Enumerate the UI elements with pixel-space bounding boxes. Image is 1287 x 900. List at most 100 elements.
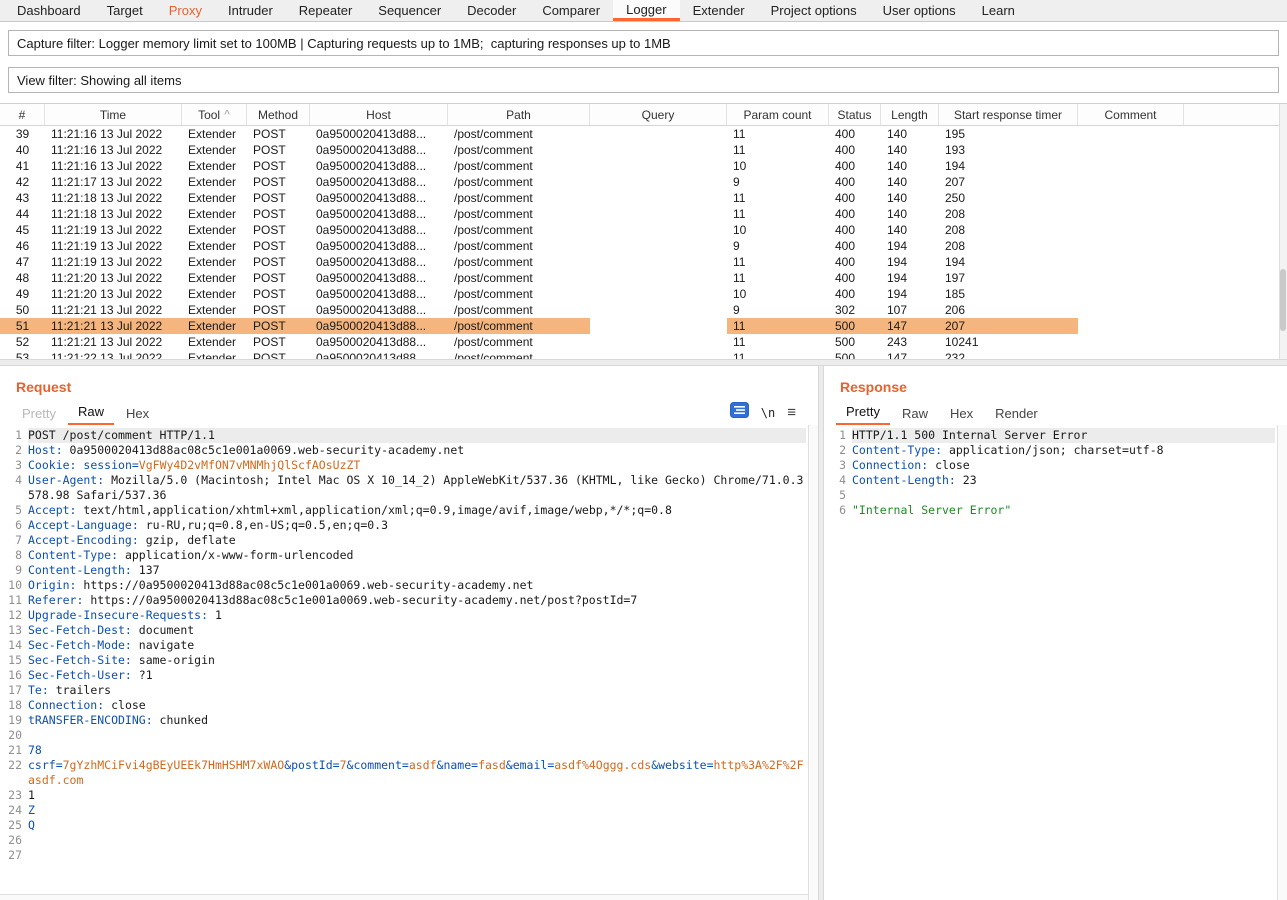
editor-line: 5 <box>824 488 1275 503</box>
editor-line: 8Content-Type: application/x-www-form-ur… <box>0 548 806 563</box>
table-cell: 11:21:16 13 Jul 2022 <box>45 142 182 158</box>
column-header-query[interactable]: Query <box>590 104 727 125</box>
table-cell: 0a9500020413d88... <box>310 206 448 222</box>
table-cell: /post/comment <box>448 206 590 222</box>
menu-item-target[interactable]: Target <box>94 0 156 21</box>
column-header-tool[interactable]: Tool^ <box>182 104 247 125</box>
table-cell: 208 <box>939 238 1078 254</box>
table-row[interactable]: 4011:21:16 13 Jul 2022ExtenderPOST0a9500… <box>0 142 1279 158</box>
column-header-host[interactable]: Host <box>310 104 448 125</box>
table-cell: 11:21:19 13 Jul 2022 <box>45 238 182 254</box>
menu-item-learn[interactable]: Learn <box>969 0 1028 21</box>
table-cell: Extender <box>182 206 247 222</box>
table-scrollbar[interactable] <box>1279 104 1287 359</box>
table-row[interactable]: 4311:21:18 13 Jul 2022ExtenderPOST0a9500… <box>0 190 1279 206</box>
table-row[interactable]: 3911:21:16 13 Jul 2022ExtenderPOST0a9500… <box>0 126 1279 142</box>
table-row[interactable]: 4611:21:19 13 Jul 2022ExtenderPOST0a9500… <box>0 238 1279 254</box>
line-content: Sec-Fetch-User: ?1 <box>28 668 806 683</box>
menu-item-sequencer[interactable]: Sequencer <box>365 0 454 21</box>
table-cell: 45 <box>0 222 45 238</box>
request-editor[interactable]: 1POST /post/comment HTTP/1.12Host: 0a950… <box>0 425 818 900</box>
table-cell: Extender <box>182 190 247 206</box>
editor-line: 6"Internal Server Error" <box>824 503 1275 518</box>
line-content: Cookie: session=VgFWy4D2vMfON7vMNMhjQlSc… <box>28 458 806 473</box>
table-cell: 207 <box>939 318 1078 334</box>
tab-render[interactable]: Render <box>985 403 1048 425</box>
table-cell: 140 <box>881 190 939 206</box>
table-cell: Extender <box>182 142 247 158</box>
editor-line: 2Content-Type: application/json; charset… <box>824 443 1275 458</box>
request-panel: Request PrettyRawHex \n ≡ 1POST /post/co… <box>0 366 818 900</box>
table-cell: 194 <box>881 270 939 286</box>
line-content: Q <box>28 818 806 833</box>
menu-item-intruder[interactable]: Intruder <box>215 0 286 21</box>
line-number: 17 <box>0 683 28 698</box>
table-row[interactable]: 4811:21:20 13 Jul 2022ExtenderPOST0a9500… <box>0 270 1279 286</box>
horizontal-splitter[interactable] <box>0 359 1287 366</box>
table-row[interactable]: 4711:21:19 13 Jul 2022ExtenderPOST0a9500… <box>0 254 1279 270</box>
request-panel-title: Request <box>0 366 818 399</box>
show-newlines-icon[interactable]: \n <box>761 406 775 420</box>
column-header-param-count[interactable]: Param count <box>727 104 829 125</box>
request-editor-hscrollbar[interactable] <box>0 894 808 900</box>
column-header-path[interactable]: Path <box>448 104 590 125</box>
table-row[interactable]: 5311:21:22 13 Jul 2022ExtenderPOST0a9500… <box>0 350 1279 359</box>
table-cell: Extender <box>182 318 247 334</box>
line-number: 4 <box>0 473 28 503</box>
line-content: Referer: https://0a9500020413d88ac08c5c1… <box>28 593 806 608</box>
table-row[interactable]: 4111:21:16 13 Jul 2022ExtenderPOST0a9500… <box>0 158 1279 174</box>
line-content: POST /post/comment HTTP/1.1 <box>28 428 806 443</box>
tab-pretty[interactable]: Pretty <box>836 401 890 425</box>
line-number: 15 <box>0 653 28 668</box>
pretty-print-icon[interactable] <box>730 402 749 423</box>
menu-item-extender[interactable]: Extender <box>680 0 758 21</box>
menu-item-proxy[interactable]: Proxy <box>156 0 215 21</box>
tab-pretty[interactable]: Pretty <box>12 403 66 425</box>
table-cell: 0a9500020413d88... <box>310 318 448 334</box>
table-row[interactable]: 5011:21:21 13 Jul 2022ExtenderPOST0a9500… <box>0 302 1279 318</box>
table-row[interactable]: 4411:21:18 13 Jul 2022ExtenderPOST0a9500… <box>0 206 1279 222</box>
menu-item-decoder[interactable]: Decoder <box>454 0 529 21</box>
line-number: 14 <box>0 638 28 653</box>
table-row[interactable]: 4911:21:20 13 Jul 2022ExtenderPOST0a9500… <box>0 286 1279 302</box>
editor-menu-icon[interactable]: ≡ <box>787 404 796 421</box>
table-row[interactable]: 5111:21:21 13 Jul 2022ExtenderPOST0a9500… <box>0 318 1279 334</box>
tab-raw[interactable]: Raw <box>68 401 114 425</box>
response-editor[interactable]: 1HTTP/1.1 500 Internal Server Error2Cont… <box>824 425 1287 900</box>
capture-filter-bar[interactable]: Capture filter: Logger memory limit set … <box>8 30 1279 56</box>
column-header-time[interactable]: Time <box>45 104 182 125</box>
menu-item-repeater[interactable]: Repeater <box>286 0 365 21</box>
table-cell: 42 <box>0 174 45 190</box>
table-cell: 0a9500020413d88... <box>310 270 448 286</box>
column-header-comment[interactable]: Comment <box>1078 104 1184 125</box>
column-header-start-response-timer[interactable]: Start response timer <box>939 104 1078 125</box>
menu-item-comparer[interactable]: Comparer <box>529 0 613 21</box>
line-number: 27 <box>0 848 28 863</box>
request-editor-lines: 1POST /post/comment HTTP/1.12Host: 0a950… <box>0 428 818 863</box>
column-header-length[interactable]: Length <box>881 104 939 125</box>
table-row[interactable]: 5211:21:21 13 Jul 2022ExtenderPOST0a9500… <box>0 334 1279 350</box>
line-number: 5 <box>0 503 28 518</box>
tab-hex[interactable]: Hex <box>940 403 983 425</box>
editor-line: 22csrf=7gYzhMCiFvi4gBEyUEEk7HmHSHM7xWAO&… <box>0 758 806 788</box>
column-header-[interactable]: # <box>0 104 45 125</box>
menu-item-logger[interactable]: Logger <box>613 0 679 21</box>
table-cell: 10 <box>727 286 829 302</box>
menu-item-dashboard[interactable]: Dashboard <box>4 0 94 21</box>
table-row[interactable]: 4511:21:19 13 Jul 2022ExtenderPOST0a9500… <box>0 222 1279 238</box>
tab-raw[interactable]: Raw <box>892 403 938 425</box>
table-cell: 0a9500020413d88... <box>310 334 448 350</box>
request-editor-vscrollbar[interactable] <box>808 425 818 900</box>
table-cell: 500 <box>829 334 881 350</box>
line-number: 3 <box>824 458 852 473</box>
view-filter-bar[interactable]: View filter: Showing all items <box>8 67 1279 93</box>
tab-hex[interactable]: Hex <box>116 403 159 425</box>
table-row[interactable]: 4211:21:17 13 Jul 2022ExtenderPOST0a9500… <box>0 174 1279 190</box>
table-scrollbar-thumb[interactable] <box>1280 269 1286 331</box>
table-cell: 0a9500020413d88... <box>310 238 448 254</box>
column-header-status[interactable]: Status <box>829 104 881 125</box>
response-editor-vscrollbar[interactable] <box>1277 425 1287 900</box>
menu-item-user-options[interactable]: User options <box>870 0 969 21</box>
column-header-method[interactable]: Method <box>247 104 310 125</box>
menu-item-project-options[interactable]: Project options <box>758 0 870 21</box>
